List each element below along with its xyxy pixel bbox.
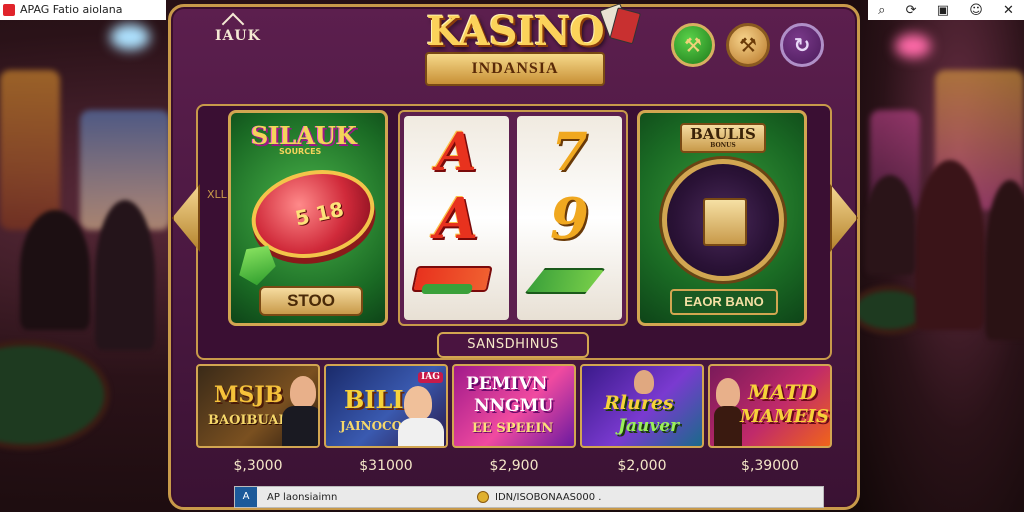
reel-symbol: 7 xyxy=(551,122,588,183)
screen-icon[interactable]: ▣ xyxy=(937,3,949,18)
status-right-text: IDN/ISOBONAAS000 . xyxy=(495,491,602,503)
window-title-bar: APAG Fatio aiolana xyxy=(0,0,166,20)
screen: APAG Fatio aiolana ⌕ ⟳ ▣ ☺ ✕ IAUK INDANS… xyxy=(0,0,1024,512)
game-tile[interactable]: MSJB BAOIBUAIN $,3000 xyxy=(196,364,320,484)
bonus-dial-icon xyxy=(662,159,784,281)
game-tile[interactable]: Rlures Jauver $2,000 xyxy=(580,364,704,484)
chip-text: 5 18 xyxy=(293,196,346,231)
ceiling-light xyxy=(895,34,931,58)
reel-symbol: A xyxy=(436,122,477,183)
game-thumbnail[interactable]: Rlures Jauver xyxy=(580,364,704,448)
game-price: $2,000 xyxy=(617,458,667,474)
game-price: $2,900 xyxy=(489,458,539,474)
game-thumbnail[interactable]: PEMIVN NNGMU EE SPEEIN xyxy=(452,364,576,448)
status-bar: A AP laonsiaimn IDN/ISOBONAAS000 . xyxy=(234,486,824,508)
search-icon[interactable]: ⌕ xyxy=(878,3,885,18)
small-logo: IAUK xyxy=(215,28,261,44)
host-portrait xyxy=(290,376,316,408)
reel-1: A A xyxy=(404,116,509,320)
bonus-card-title-text: BAULIS xyxy=(690,125,756,143)
reel-bar-symbol xyxy=(524,268,606,294)
game-tagline: EE SPEEIN xyxy=(472,421,554,436)
game-price: $31000 xyxy=(359,458,413,474)
host-portrait xyxy=(634,370,654,394)
brand-ribbon: INDANSIA xyxy=(425,52,605,86)
refresh-button[interactable]: ↻ xyxy=(780,23,824,67)
ceiling-light xyxy=(110,24,150,50)
host-dress xyxy=(398,418,444,446)
bonus-card-right[interactable]: BAULIS BONUS EAOR BANO xyxy=(637,110,807,326)
brand-subtitle: INDANSIA xyxy=(471,60,559,77)
feature-card-subtitle: SOURCES xyxy=(279,147,322,156)
reel-bar-symbol xyxy=(420,284,474,294)
feature-card-title: SILAUK xyxy=(251,121,357,150)
game-tile[interactable]: PEMIVN NNGMU EE SPEEIN $2,900 xyxy=(452,364,576,484)
emoji-icon[interactable]: ☺ xyxy=(969,3,983,18)
brand-title: KASINO xyxy=(426,8,604,55)
game-title: PEMIVN xyxy=(466,374,548,394)
reel-symbol: 9 xyxy=(550,186,589,252)
game-thumbnail[interactable]: MSJB BAOIBUAIN xyxy=(196,364,320,448)
host-hair xyxy=(714,406,742,446)
window-title: APAG Fatio aiolana xyxy=(20,3,123,16)
app-icon xyxy=(3,4,15,16)
host-portrait xyxy=(404,386,432,420)
game-price: $,3000 xyxy=(233,458,283,474)
status-left-text: AP laonsiaimn xyxy=(267,491,338,503)
game-tile[interactable]: MATD MAMEIS $,39000 xyxy=(708,364,832,484)
game-price: $,39000 xyxy=(741,458,799,474)
background-person xyxy=(915,160,985,330)
game-thumbnail[interactable]: MATD MAMEIS xyxy=(708,364,832,448)
status-right: IDN/ISOBONAAS000 . xyxy=(477,491,601,503)
game-subtitle: Jauver xyxy=(618,416,680,436)
close-icon[interactable]: ✕ xyxy=(1003,3,1014,18)
host-portrait xyxy=(716,378,740,408)
slot-reels[interactable]: A A 7 9 xyxy=(398,110,628,326)
window-controls: ⌕ ⟳ ▣ ☺ ✕ xyxy=(868,0,1024,20)
bonus-card-title-sub: BONUS xyxy=(710,142,736,149)
game-list: MSJB BAOIBUAIN $,3000 BILI JAINOCO IAG $… xyxy=(196,364,832,484)
brand-logo: INDANSIA KASINO xyxy=(400,8,630,86)
background-poker-table xyxy=(0,340,110,450)
background-person xyxy=(865,175,915,275)
game-subtitle: MAMEIS xyxy=(740,406,829,427)
game-subtitle: NNGMU xyxy=(474,396,554,416)
feature-card-left[interactable]: SILAUK SOURCES 5 18 STOO xyxy=(228,110,388,326)
game-thumbnail[interactable]: BILI JAINOCO IAG xyxy=(324,364,448,448)
game-tile[interactable]: BILI JAINOCO IAG $31000 xyxy=(324,364,448,484)
game-subtitle: JAINOCO xyxy=(340,419,403,433)
host-suit xyxy=(282,406,318,446)
game-title: MSJB xyxy=(214,382,284,408)
game-title: Rlures xyxy=(604,392,674,414)
gold-tools-button[interactable]: ⚒ xyxy=(726,23,770,67)
reel-banner: SANSDHINUS xyxy=(437,332,589,358)
refresh-icon[interactable]: ⟳ xyxy=(906,3,917,18)
game-badge: IAG xyxy=(418,372,443,383)
bonus-card-label[interactable]: EAOR BANO xyxy=(670,289,778,315)
green-hammer-button[interactable]: ⚒ xyxy=(671,23,715,67)
background-person xyxy=(95,200,155,350)
game-title: BILI xyxy=(344,385,404,414)
reel-2: 7 9 xyxy=(517,116,622,320)
bonus-card-title: BAULIS BONUS xyxy=(680,123,766,153)
background-slot-machine xyxy=(0,70,60,230)
coin-icon xyxy=(477,491,489,503)
stop-button[interactable]: STOO xyxy=(259,286,363,316)
reel-symbol: A xyxy=(434,186,479,252)
game-title: MATD xyxy=(748,380,817,404)
background-person xyxy=(20,210,90,330)
status-app-icon[interactable]: A xyxy=(235,487,257,507)
